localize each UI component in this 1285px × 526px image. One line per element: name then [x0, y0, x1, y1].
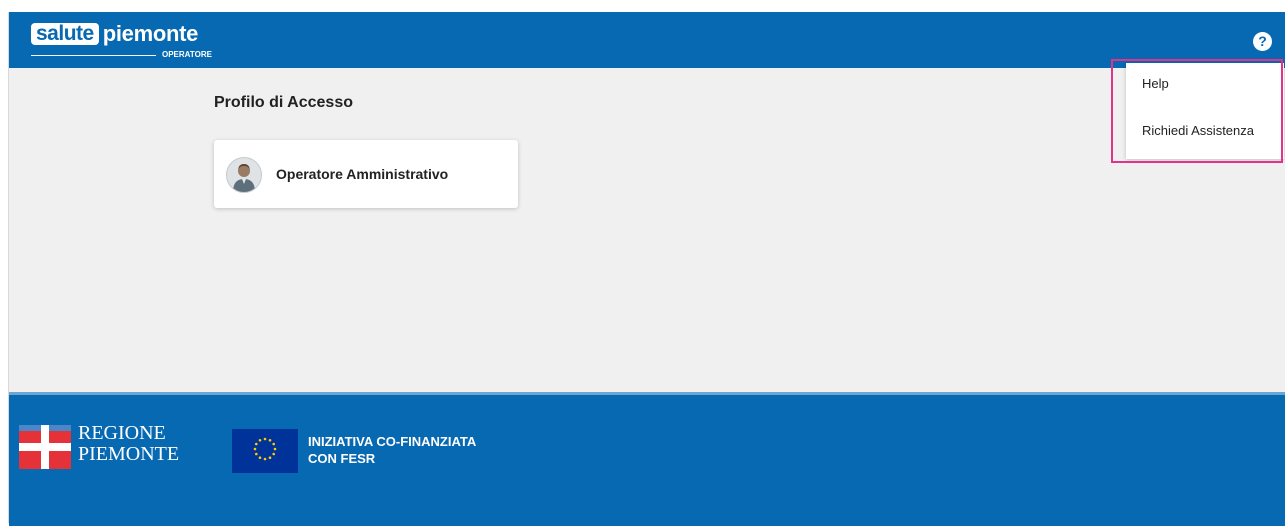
- menu-item-richiedi-assistenza[interactable]: Richiedi Assistenza: [1142, 123, 1254, 138]
- footer: REGIONE PIEMONTE INIZIATIVA CO-FINANZIAT…: [9, 392, 1285, 526]
- top-header: salute piemonte OPERATORE ?: [9, 12, 1285, 68]
- logo-salute: salute: [31, 23, 99, 45]
- user-avatar-icon: [226, 157, 262, 193]
- question-circle-icon[interactable]: ?: [1253, 32, 1272, 51]
- logo-subtitle: OPERATORE: [31, 49, 231, 61]
- fesr-line1: INIZIATIVA CO-FINANZIATA: [308, 434, 477, 449]
- regione-flag-icon: [19, 425, 71, 469]
- regione-piemonte-logo: REGIONE PIEMONTE: [19, 423, 189, 483]
- profile-card-operatore-amministrativo[interactable]: Operatore Amministrativo: [214, 140, 518, 208]
- logo-operatore: OPERATORE: [162, 50, 212, 59]
- salute-piemonte-logo[interactable]: salute piemonte OPERATORE: [31, 21, 212, 63]
- regione-text: REGIONE PIEMONTE: [78, 423, 179, 465]
- profile-label: Operatore Amministrativo: [276, 166, 449, 182]
- eu-flag-icon: [232, 429, 298, 473]
- logo-divider: [31, 55, 156, 56]
- menu-item-help[interactable]: Help: [1142, 76, 1169, 91]
- app-frame: salute piemonte OPERATORE ? Profilo di Ac…: [8, 12, 1285, 526]
- page-title: Profilo di Accesso: [214, 94, 353, 111]
- regione-line1: REGIONE: [78, 422, 166, 444]
- fesr-text: INIZIATIVA CO-FINANZIATA CON FESR: [308, 433, 476, 467]
- regione-line2: PIEMONTE: [78, 443, 180, 465]
- fesr-line2: CON FESR: [308, 451, 376, 466]
- logo-piemonte: piemonte: [102, 21, 199, 46]
- help-dropdown-menu: Help Richiedi Assistenza: [1126, 63, 1284, 159]
